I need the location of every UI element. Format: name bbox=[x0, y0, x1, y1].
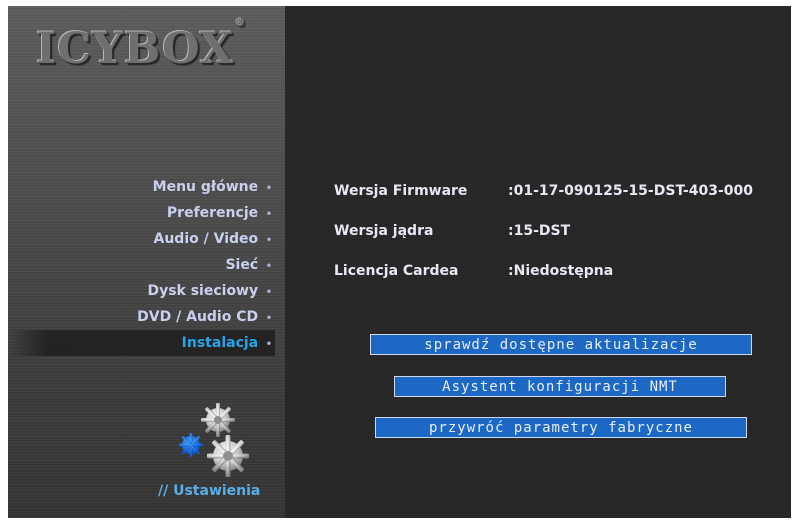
section-label: // Ustawienia bbox=[158, 483, 261, 499]
bullet-icon: • bbox=[265, 209, 273, 220]
menu-item-label: Sieć bbox=[225, 257, 259, 273]
info-value: :Niedostępna bbox=[508, 263, 614, 279]
info-label: Wersja Firmware bbox=[334, 183, 468, 199]
blue-gear-icon bbox=[178, 432, 204, 458]
menu-item-preferences[interactable]: Preferencje • bbox=[8, 200, 275, 226]
logo-text: ICYBOX bbox=[36, 24, 235, 74]
menu-item-installation[interactable]: Instalacja • bbox=[8, 330, 275, 356]
menu-item-label: Preferencje bbox=[166, 205, 259, 221]
gears-icon bbox=[178, 396, 258, 478]
menu-item-dvd-audio-cd[interactable]: DVD / Audio CD • bbox=[8, 304, 275, 330]
factory-reset-button[interactable]: przywróć parametry fabryczne bbox=[375, 417, 747, 438]
nmt-setup-wizard-button[interactable]: Asystent konfiguracji NMT bbox=[394, 376, 726, 397]
settings-screen: ICYBOX® Menu główne • Preferencje • Audi… bbox=[8, 6, 791, 518]
info-value: :01-17-090125-15-DST-403-000 bbox=[508, 183, 753, 199]
menu-item-network[interactable]: Sieć • bbox=[8, 252, 275, 278]
bullet-icon: • bbox=[265, 287, 273, 298]
menu-item-label: DVD / Audio CD bbox=[137, 309, 259, 325]
check-updates-button[interactable]: sprawdź dostępne aktualizacje bbox=[370, 334, 752, 355]
bullet-icon: • bbox=[265, 235, 273, 246]
info-label: Licencja Cardea bbox=[334, 263, 459, 279]
large-gear-icon bbox=[206, 434, 250, 478]
menu-item-label: Menu główne bbox=[152, 179, 259, 195]
bullet-icon: • bbox=[265, 313, 273, 324]
bullet-icon: • bbox=[265, 261, 273, 272]
menu-item-main-menu[interactable]: Menu główne • bbox=[8, 174, 275, 200]
menu-item-label: Dysk sieciowy bbox=[147, 283, 259, 299]
main-panel: Wersja Firmware :01-17-090125-15-DST-403… bbox=[285, 6, 791, 518]
bullet-icon: • bbox=[265, 339, 273, 350]
small-gear-icon bbox=[200, 402, 236, 438]
menu-item-label: Instalacja bbox=[181, 335, 259, 351]
sidebar: ICYBOX® Menu główne • Preferencje • Audi… bbox=[8, 6, 285, 518]
icybox-logo: ICYBOX® bbox=[36, 18, 245, 74]
info-value: :15-DST bbox=[508, 223, 571, 239]
menu-item-network-drive[interactable]: Dysk sieciowy • bbox=[8, 278, 275, 304]
settings-menu: Menu główne • Preferencje • Audio / Vide… bbox=[8, 174, 275, 356]
bullet-icon: • bbox=[265, 183, 273, 194]
menu-item-label: Audio / Video bbox=[153, 231, 259, 247]
info-label: Wersja jądra bbox=[334, 223, 434, 239]
menu-item-audio-video[interactable]: Audio / Video • bbox=[8, 226, 275, 252]
registered-mark: ® bbox=[235, 17, 247, 29]
